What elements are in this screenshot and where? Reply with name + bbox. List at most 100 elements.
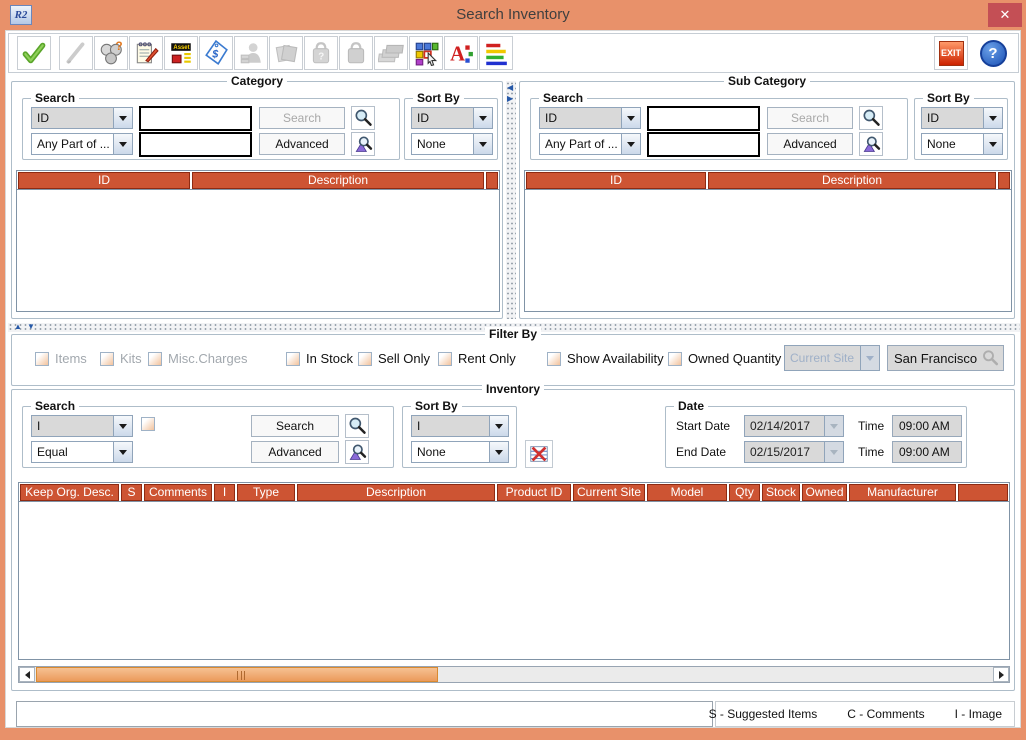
column-header-description[interactable]: Description: [708, 172, 996, 189]
category-search-input-2[interactable]: [139, 132, 252, 157]
inventory-sort-primary-combo[interactable]: I: [411, 415, 509, 437]
inventory-search-button[interactable]: Search: [251, 415, 339, 437]
chevron-down-icon[interactable]: [983, 108, 1002, 128]
subcategory-sort-legend: Sort By: [923, 91, 974, 105]
notepad-edit-icon[interactable]: [129, 36, 163, 70]
clear-grid-icon[interactable]: [525, 440, 553, 468]
category-match-combo[interactable]: Any Part of ...: [31, 133, 133, 155]
color-grid-cursor-icon[interactable]: [409, 36, 443, 70]
main-toolbar: ? Asset $ ?: [8, 33, 1019, 73]
collapse-left-icon[interactable]: ◀: [507, 84, 513, 92]
font-color-icon[interactable]: A: [444, 36, 478, 70]
inventory-match-combo[interactable]: Equal: [31, 441, 133, 463]
asset-icon[interactable]: Asset: [164, 36, 198, 70]
help-icon[interactable]: ?: [976, 36, 1010, 70]
scroll-left-arrow[interactable]: [19, 667, 35, 682]
chevron-down-icon[interactable]: [489, 416, 508, 436]
column-header-comments[interactable]: Comments: [144, 484, 212, 501]
category-search-input-1[interactable]: [139, 106, 252, 131]
kits-checkbox: [100, 352, 114, 366]
checkbox-show-availability[interactable]: Show Availability: [547, 351, 664, 366]
inventory-search-field-combo[interactable]: I: [31, 415, 133, 437]
chevron-down-icon[interactable]: [621, 134, 640, 154]
column-header-product-id[interactable]: Product ID: [497, 484, 571, 501]
category-search-magnifier-icon[interactable]: [351, 106, 375, 130]
chevron-down-icon[interactable]: [983, 134, 1002, 154]
owned-quantity-checkbox[interactable]: [668, 352, 682, 366]
column-header-current-site[interactable]: Current Site: [573, 484, 645, 501]
category-splitter[interactable]: ◀ ▶: [506, 81, 516, 319]
rent-only-checkbox[interactable]: [438, 352, 452, 366]
chevron-down-icon[interactable]: [473, 134, 492, 154]
category-search-button: Search: [259, 107, 345, 129]
category-search-field-combo[interactable]: ID: [31, 107, 133, 129]
column-header-keep-org-desc[interactable]: Keep Org. Desc.: [20, 484, 119, 501]
collapse-right-icon[interactable]: ▶: [507, 95, 513, 103]
category-search-legend: Search: [31, 91, 79, 105]
sell-only-checkbox[interactable]: [358, 352, 372, 366]
subcategory-search-field-combo[interactable]: ID: [539, 107, 641, 129]
category-sort-primary-combo[interactable]: ID: [411, 107, 493, 129]
column-header-id[interactable]: ID: [18, 172, 190, 189]
column-header-description[interactable]: Description: [297, 484, 495, 501]
subcategory-table-body[interactable]: [525, 189, 1011, 310]
column-header-manufacturer[interactable]: Manufacturer: [849, 484, 956, 501]
subcategory-sort-secondary-combo[interactable]: None: [921, 133, 1003, 155]
sort-bars-icon[interactable]: [479, 36, 513, 70]
collapse-down-icon[interactable]: ▼: [27, 323, 35, 331]
in-stock-checkbox[interactable]: [286, 352, 300, 366]
column-header-type[interactable]: Type: [237, 484, 295, 501]
close-button[interactable]: ✕: [988, 3, 1022, 27]
column-header-s[interactable]: S: [121, 484, 142, 501]
column-header-stock[interactable]: Stock: [762, 484, 800, 501]
checkbox-sell-only[interactable]: Sell Only: [358, 351, 430, 366]
subcategory-search-input-2[interactable]: [647, 132, 760, 157]
inventory-search-magnifier-icon[interactable]: [345, 414, 369, 438]
chevron-down-icon[interactable]: [113, 134, 132, 154]
inventory-search-checkbox[interactable]: [141, 417, 155, 431]
scroll-right-arrow[interactable]: [993, 667, 1009, 682]
subcategory-search-input-1[interactable]: [647, 106, 760, 131]
category-advanced-button[interactable]: Advanced: [259, 133, 345, 155]
scroll-thumb[interactable]: [36, 667, 438, 682]
chevron-down-icon[interactable]: [489, 442, 508, 462]
category-table-body[interactable]: [17, 189, 499, 310]
column-header-i[interactable]: I: [214, 484, 235, 501]
column-header-qty[interactable]: Qty: [729, 484, 760, 501]
show-availability-checkbox[interactable]: [547, 352, 561, 366]
confirm-check-icon[interactable]: [17, 36, 51, 70]
chevron-down-icon[interactable]: [113, 108, 132, 128]
column-header-id[interactable]: ID: [526, 172, 706, 189]
subcategory-advanced-button[interactable]: Advanced: [767, 133, 853, 155]
spheres-help-icon[interactable]: ?: [94, 36, 128, 70]
column-header-owned[interactable]: Owned: [802, 484, 847, 501]
exit-button[interactable]: EXIT: [934, 36, 968, 70]
column-header-model[interactable]: Model: [647, 484, 727, 501]
combo-value: 02/14/2017: [745, 416, 824, 436]
inventory-table-body[interactable]: [19, 501, 1009, 658]
kits-label: Kits: [120, 351, 142, 366]
chevron-down-icon[interactable]: [473, 108, 492, 128]
subcategory-match-combo[interactable]: Any Part of ...: [539, 133, 641, 155]
category-advanced-search-icon[interactable]: [351, 132, 375, 156]
inventory-sort-secondary-combo[interactable]: None: [411, 441, 509, 463]
chevron-down-icon[interactable]: [621, 108, 640, 128]
chevron-down-icon[interactable]: [113, 416, 132, 436]
checkbox-rent-only[interactable]: Rent Only: [438, 351, 516, 366]
subcategory-advanced-search-icon[interactable]: [859, 132, 883, 156]
price-tag-icon[interactable]: $: [199, 36, 233, 70]
inventory-advanced-button[interactable]: Advanced: [251, 441, 339, 463]
checkbox-owned-quantity[interactable]: Owned Quantity: [668, 351, 781, 366]
inventory-advanced-search-icon[interactable]: [345, 440, 369, 464]
collapse-up-icon[interactable]: ▲: [14, 323, 22, 331]
notes-input[interactable]: [16, 701, 713, 727]
checkbox-in-stock[interactable]: In Stock: [286, 351, 353, 366]
column-header-description[interactable]: Description: [192, 172, 484, 189]
subcategory-search-magnifier-icon[interactable]: [859, 106, 883, 130]
category-sort-secondary-combo[interactable]: None: [411, 133, 493, 155]
combo-value: None: [412, 442, 489, 462]
start-time-field: 09:00 AM: [892, 415, 962, 437]
inventory-h-scrollbar[interactable]: [18, 666, 1010, 683]
chevron-down-icon[interactable]: [113, 442, 132, 462]
subcategory-sort-primary-combo[interactable]: ID: [921, 107, 1003, 129]
